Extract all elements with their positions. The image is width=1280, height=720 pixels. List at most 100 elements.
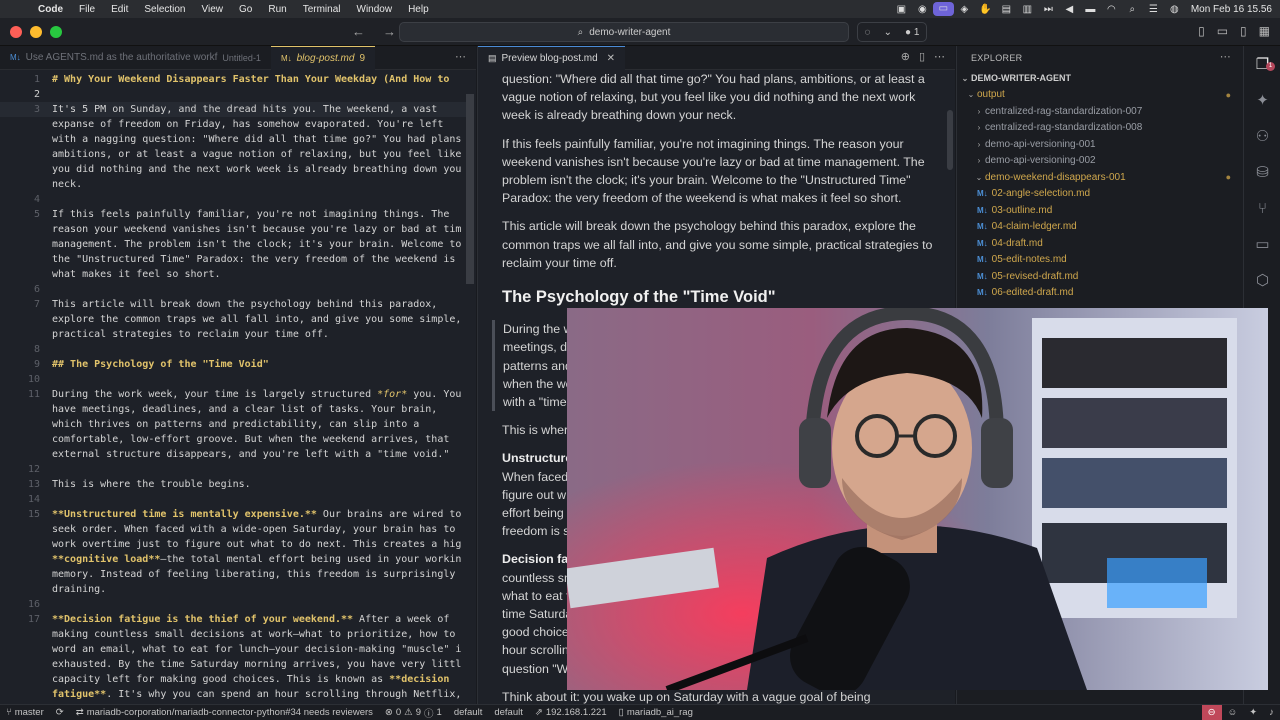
more-actions-icon[interactable]: ⋯ [455,50,466,63]
bell-icon[interactable]: ♪ [1263,707,1280,718]
menu-run[interactable]: Run [260,4,294,15]
sync-icon[interactable]: ⟳ [50,707,70,718]
close-icon[interactable]: ✕ [607,53,615,64]
explorer-icon[interactable]: ❐ 1 [1244,46,1280,82]
profile-indicator[interactable]: default [448,707,489,718]
markdown-icon: M↓ [977,288,988,298]
problems-indicator[interactable]: ⊗ 0 ⚠ 9 ⓘ 1 [379,706,448,720]
branch-indicator[interactable]: ⑂ master [0,707,50,718]
source-control-icon[interactable]: ⑂ [1244,190,1280,226]
folder-item[interactable]: › demo-api-versioning-002 [957,153,1243,170]
preview-scrollbar[interactable] [947,110,953,170]
tab-label: Preview blog-post.md [501,52,598,64]
chat-icon[interactable]: ◌ [865,27,871,38]
control-center-icon[interactable]: ☰ [1143,4,1164,15]
preview-icon: ▤ [488,52,497,63]
zoom-warning-icon[interactable]: ⊖ [1201,704,1222,720]
folder-item[interactable]: › demo-api-versioning-001 [957,136,1243,153]
file-item[interactable]: M↓ 06-edited-draft.md [957,285,1243,302]
code-text: capacity left for making good choices. T… [52,674,390,685]
open-source-icon[interactable]: ⊕ [901,50,910,63]
tab-untitled[interactable]: M↓ Use AGENTS.md as the authoritative wo… [0,46,271,70]
file-item[interactable]: M↓ 04-claim-ledger.md [957,219,1243,236]
tree-item-label: 05-edit-notes.md [991,254,1067,266]
database-icon[interactable]: ⛁ [1244,154,1280,190]
tray-doc-icon[interactable]: ▤ [996,4,1017,15]
tray-stack-icon[interactable]: ◈ [954,4,975,15]
folder-item[interactable]: ⌄ output ● [957,87,1243,104]
tray-record-icon[interactable]: ◉ [912,4,933,15]
window-title-bar: ← → ⌕ demo-writer-agent ◌ ⌄ ● 1 ▯ ▭ ▯ ▦ [0,18,1280,46]
folder-item[interactable]: › centralized-rag-standardization-008 [957,120,1243,137]
editor-scrollbar[interactable] [466,94,474,284]
menu-view[interactable]: View [194,4,232,15]
toggle-panel-left-icon[interactable]: ▯ [1198,24,1205,38]
wifi-icon[interactable]: ◠ [1101,4,1122,15]
battery-icon[interactable]: ▬ [1080,4,1101,15]
menu-help[interactable]: Help [400,4,437,15]
chevron-down-icon: ⌄ [975,172,983,182]
copilot-icon[interactable]: ☺ [1222,707,1244,718]
database-indicator[interactable]: ▯ mariadb_ai_rag [613,707,699,718]
menu-selection[interactable]: Selection [136,4,193,15]
remote-indicator[interactable]: ⇗ 192.168.1.221 [529,707,613,718]
menu-go[interactable]: Go [231,4,260,15]
toggle-sidebar-icon[interactable]: ▯ [1240,24,1247,38]
toggle-panel-icon[interactable]: ▭ [1217,24,1228,38]
more-actions-icon[interactable]: ⋯ [1220,50,1231,63]
chat-icon[interactable]: ▭ [1244,226,1280,262]
volume-icon[interactable]: ◀ [1059,4,1080,15]
code-line: external structure disappears, and you'r… [52,449,450,460]
preview-tab-bar: ▤ Preview blog-post.md ✕ ⊕ ▯ ⋯ [478,45,955,70]
sparkle-icon[interactable]: ✦ [1244,82,1280,118]
menu-window[interactable]: Window [349,4,401,15]
tray-clipboard-icon[interactable]: ▥ [1017,4,1038,15]
sparkle-icon[interactable]: ✦ [1243,707,1263,718]
menu-edit[interactable]: Edit [103,4,136,15]
workspace-root[interactable]: ⌄ DEMO-WRITER-AGENT [957,70,1243,87]
chevron-right-icon: › [977,123,981,133]
tray-active-app-icon[interactable]: ▭ [932,2,954,16]
file-item[interactable]: M↓ 05-revised-draft.md [957,268,1243,285]
maximize-window-button[interactable] [50,25,62,38]
database-icon: ▯ [618,707,624,718]
tab-blog-post[interactable]: M↓ blog-post.md 9 [270,45,375,70]
forward-arrow-icon[interactable]: → [383,24,396,39]
menu-terminal[interactable]: Terminal [295,4,349,15]
back-arrow-icon[interactable]: ← [352,24,365,39]
chevron-down-icon[interactable]: ⌄ [884,27,892,38]
menu-clock[interactable]: Mon Feb 16 15.56 [1185,4,1280,15]
pull-request-indicator[interactable]: ⇄ mariadb-corporation/mariadb-connector-p… [70,707,379,718]
minimize-window-button[interactable] [30,25,42,38]
more-actions-icon[interactable]: ⋯ [934,50,945,63]
close-window-button[interactable] [10,25,22,38]
modified-dot-icon: ● [1225,172,1231,183]
file-item[interactable]: M↓ 03-outline.md [957,202,1243,219]
preview-heading: The Psychology of the "Time Void" [502,288,776,307]
pull-request-label: mariadb-corporation/mariadb-connector-py… [86,707,373,718]
package-icon[interactable]: ⬡ [1244,262,1280,298]
webcam-person-image [567,308,1268,690]
tab-preview[interactable]: ▤ Preview blog-post.md ✕ [478,45,626,70]
code-area[interactable]: 1 # Why Your Weekend Disappears Faster Th… [0,70,476,704]
file-item[interactable]: M↓ 04-draft.md [957,235,1243,252]
code-bold: **Decision fatigue is the thief of your … [52,614,354,625]
folder-item[interactable]: › centralized-rag-standardization-007 [957,103,1243,120]
search-icon[interactable]: ⌕ [1122,4,1143,15]
tray-hand-icon[interactable]: ✋ [975,4,996,15]
menu-file[interactable]: File [71,4,103,15]
tray-skip-icon[interactable]: ⏭ [1038,4,1059,15]
command-center-search[interactable]: ⌕ demo-writer-agent [399,22,849,42]
file-item[interactable]: M↓ 02-angle-selection.md [957,186,1243,203]
folder-item[interactable]: ⌄ demo-weekend-disappears-001 ● [957,169,1243,186]
tray-app-icon[interactable]: ▣ [891,4,912,15]
profile-indicator[interactable]: default [488,707,529,718]
chat-controls[interactable]: ◌ ⌄ ● 1 [857,22,927,42]
file-item[interactable]: M↓ 05-edit-notes.md [957,252,1243,269]
menu-app-name[interactable]: Code [30,4,71,15]
siri-icon[interactable]: ◍ [1164,4,1185,15]
tree-item-label: 04-claim-ledger.md [991,221,1077,233]
extensions-icon[interactable]: ⚇ [1244,118,1280,154]
split-editor-icon[interactable]: ▯ [919,50,925,63]
layout-icon[interactable]: ▦ [1259,24,1270,38]
